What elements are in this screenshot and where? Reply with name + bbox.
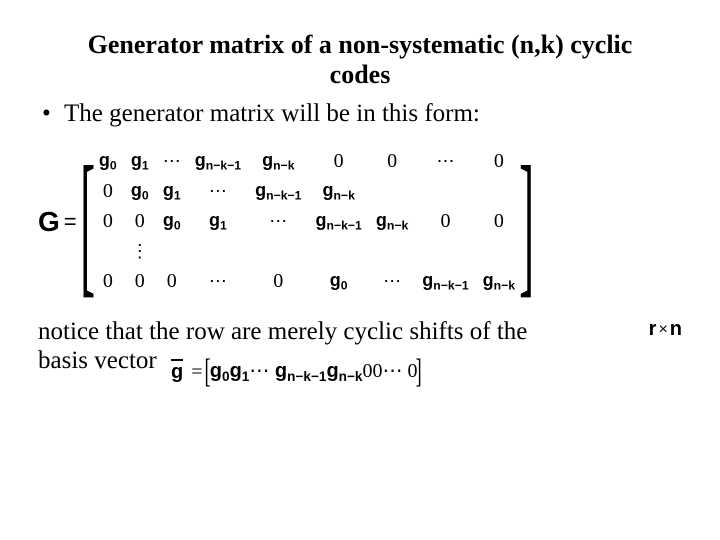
cell: 0 xyxy=(124,207,156,237)
bullet-text: The generator matrix will be in this for… xyxy=(64,100,480,128)
dots: ⋯ xyxy=(369,267,415,297)
sub: 0 xyxy=(341,279,348,293)
cell: g xyxy=(262,150,273,170)
sub: n−k xyxy=(387,219,408,233)
cell: g xyxy=(131,150,142,170)
sub: 1 xyxy=(142,159,149,173)
matrix-size-label: r×n xyxy=(649,318,682,341)
bullet-dot: • xyxy=(42,100,64,128)
slide-title: Generator matrix of a non-systematic (n,… xyxy=(38,30,682,90)
n-letter: n xyxy=(670,318,682,340)
table-row: 0 0 g0 g1 ⋯ gn−k−1 gn−k 0 0 xyxy=(92,207,522,237)
sub: n−k−1 xyxy=(287,369,326,384)
cell: g xyxy=(326,360,338,382)
cell: 0 xyxy=(92,177,124,207)
sub: n−k xyxy=(333,189,354,203)
title-line-1: Generator matrix of a non-systematic (n,… xyxy=(88,30,633,59)
cell: g xyxy=(315,210,326,230)
cell: 0 xyxy=(308,147,368,177)
cell: 0 xyxy=(248,267,308,297)
matrix-g-label: G = xyxy=(38,206,77,238)
table-row: 0 g0 g1 ⋯ gn−k−1 gn−k xyxy=(92,177,522,207)
r-letter: r xyxy=(649,318,657,340)
g-letter: G xyxy=(38,206,60,238)
sub: n−k−1 xyxy=(433,279,468,293)
table-row: g0 g1 ⋯ gn−k−1 gn−k 0 0 ⋯ 0 xyxy=(92,147,522,177)
sub: 0 xyxy=(222,369,230,384)
cell: g xyxy=(275,360,287,382)
cell: g xyxy=(322,180,333,200)
basis-vector: g = [ g0g1⋯ gn−k−1gn−k00⋯ 0 ] xyxy=(171,352,421,391)
matrix-equation: G = [ g0 g1 ⋯ gn−k−1 gn−k 0 0 ⋯ 0 0 g0 g… xyxy=(38,142,682,302)
title-line-2: codes xyxy=(330,60,391,89)
cell: g xyxy=(99,150,110,170)
cell: g xyxy=(422,270,433,290)
sub: n−k xyxy=(273,159,294,173)
dots: ⋯ xyxy=(188,267,248,297)
cell: g xyxy=(376,210,387,230)
cell: g xyxy=(131,180,142,200)
cell: g xyxy=(483,270,494,290)
cell: g xyxy=(210,360,222,382)
sub: n−k xyxy=(339,369,363,384)
g-bar: g xyxy=(171,361,183,384)
footnote: r×n notice that the row are merely cycli… xyxy=(38,318,682,392)
cell: g xyxy=(163,210,174,230)
cell: g xyxy=(330,270,341,290)
sub: 1 xyxy=(174,189,181,203)
cell: g xyxy=(255,180,266,200)
cell: 0 xyxy=(415,207,475,237)
table-row: ⋮ xyxy=(92,237,522,267)
left-bracket: [ xyxy=(80,142,95,302)
basis-tail: 00⋯ 0 xyxy=(362,360,417,382)
times-icon: × xyxy=(658,321,667,338)
cell: 0 xyxy=(369,147,415,177)
cell: 0 xyxy=(476,147,522,177)
dots: ⋯ xyxy=(249,360,269,382)
table-row: 0 0 0 ⋯ 0 g0 ⋯ gn−k−1 gn−k xyxy=(92,267,522,297)
sub: 0 xyxy=(142,189,149,203)
basis-equals: = xyxy=(191,361,202,384)
cell: 0 xyxy=(476,207,522,237)
sub: 0 xyxy=(174,219,181,233)
footnote-line-1: notice that the row are merely cyclic sh… xyxy=(38,318,527,345)
cell: g xyxy=(209,210,220,230)
sub: n−k−1 xyxy=(206,159,241,173)
right-bracket: ] xyxy=(519,142,534,302)
cell: g xyxy=(195,150,206,170)
dots: ⋯ xyxy=(248,207,308,237)
sub: 1 xyxy=(220,219,227,233)
cell: 0 xyxy=(92,207,124,237)
equals-sign: = xyxy=(64,209,77,235)
cell: 0 xyxy=(156,267,188,297)
dots: ⋮ xyxy=(124,237,156,267)
basis-left-bracket: [ xyxy=(205,352,211,391)
cell: 0 xyxy=(92,267,124,297)
sub: n−k−1 xyxy=(266,189,301,203)
sub: n−k xyxy=(494,279,515,293)
slide: Generator matrix of a non-systematic (n,… xyxy=(0,0,720,540)
basis-right-bracket: ] xyxy=(416,352,422,391)
cell: 0 xyxy=(124,267,156,297)
cell: g xyxy=(230,360,242,382)
bullet-item: • The generator matrix will be in this f… xyxy=(42,100,682,128)
basis-sequence: g0g1⋯ gn−k−1gn−k00⋯ 0 xyxy=(210,360,418,385)
footnote-line-2: basis vector xyxy=(38,347,157,374)
dots: ⋯ xyxy=(156,147,188,177)
dots: ⋯ xyxy=(188,177,248,207)
generator-matrix: g0 g1 ⋯ gn−k−1 gn−k 0 0 ⋯ 0 0 g0 g1 ⋯ gn… xyxy=(92,147,522,297)
dots: ⋯ xyxy=(415,147,475,177)
sub: 0 xyxy=(110,159,117,173)
sub: n−k−1 xyxy=(326,219,361,233)
cell: g xyxy=(163,180,174,200)
